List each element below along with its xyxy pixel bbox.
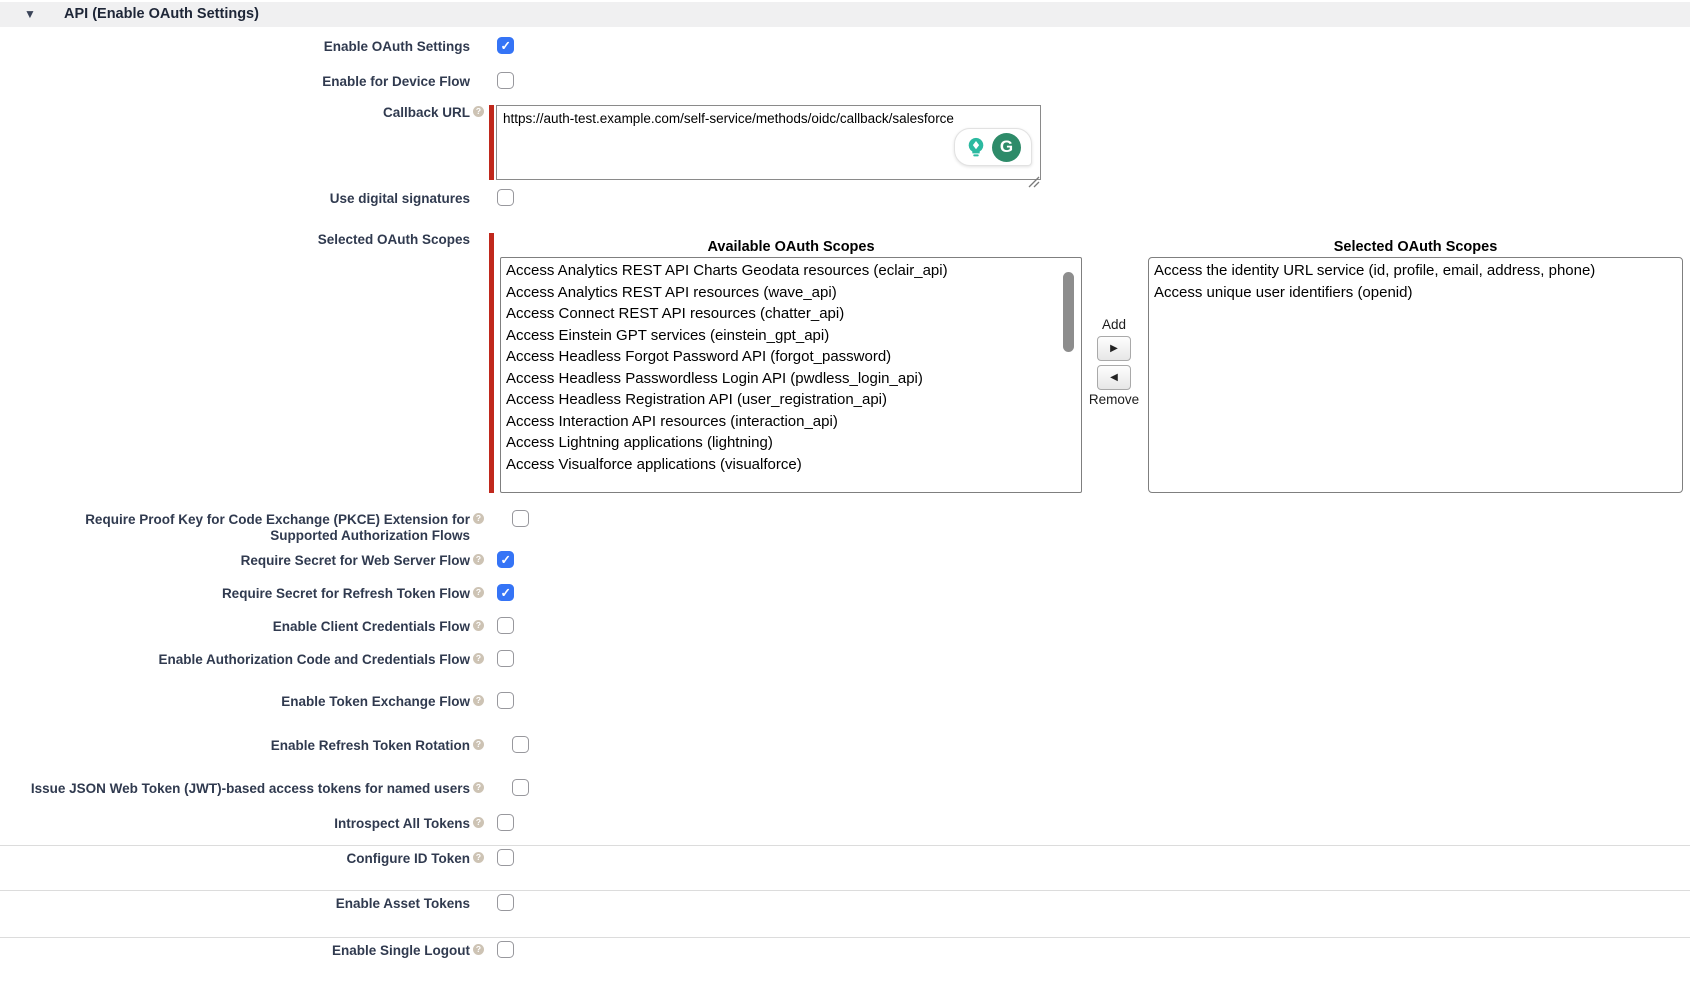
token-exchange-checkbox[interactable] [497,692,514,709]
jwt-tokens-checkbox[interactable] [512,779,529,796]
client-credentials-checkbox[interactable] [497,617,514,634]
scope-option[interactable]: Access Analytics REST API Charts Geodata… [501,260,1081,282]
left-arrow-icon: ◀ [1110,372,1118,383]
scope-option[interactable]: Access Visualforce applications (visualf… [501,454,1081,476]
row-device-flow: Enable for Device Flow [0,72,1690,90]
scope-option[interactable]: Access Einstein GPT services (einstein_g… [501,325,1081,347]
browser-extension-pill: G [954,128,1032,166]
scope-option[interactable]: Access Analytics REST API resources (wav… [501,282,1081,304]
scope-option[interactable]: Access Headless Forgot Password API (for… [501,346,1081,368]
web-server-secret-checkbox[interactable] [497,551,514,568]
remove-scope-button[interactable]: ◀ [1097,365,1131,390]
row-introspect-tokens: Introspect All Tokens ? [0,814,1690,832]
client-credentials-label: Enable Client Credentials Flow ? [0,617,470,635]
enable-oauth-label: Enable OAuth Settings [0,37,470,55]
available-scopes-header: Available OAuth Scopes [500,239,1082,255]
help-icon[interactable]: ? [473,739,484,750]
token-exchange-label: Enable Token Exchange Flow ? [0,692,470,710]
single-logout-label: Enable Single Logout ? [0,941,470,959]
row-web-server-secret: Require Secret for Web Server Flow ? [0,551,1690,569]
scope-option[interactable]: Access Headless Registration API (user_r… [501,389,1081,411]
add-scope-button[interactable]: ▶ [1097,336,1131,361]
configure-id-token-checkbox[interactable] [497,849,514,866]
scope-option[interactable]: Access Connect REST API resources (chatt… [501,303,1081,325]
digital-signatures-label: Use digital signatures [0,189,470,207]
row-auth-code-credentials: Enable Authorization Code and Credential… [0,650,1690,668]
row-pkce: Require Proof Key for Code Exchange (PKC… [0,510,1690,544]
digital-signatures-checkbox[interactable] [497,189,514,206]
web-server-secret-label: Require Secret for Web Server Flow ? [0,551,470,569]
required-field-bar [489,233,494,493]
oauth-settings-section: ▼ API (Enable OAuth Settings) Enable OAu… [0,0,1690,981]
help-icon[interactable]: ? [473,513,484,524]
selected-scopes-header: Selected OAuth Scopes [1148,239,1683,255]
available-scopes-list[interactable]: Access Analytics REST API Charts Geodata… [500,257,1082,493]
help-icon[interactable]: ? [473,852,484,863]
row-single-logout: Enable Single Logout ? [0,941,1690,959]
jwt-tokens-label: Issue JSON Web Token (JWT)-based access … [0,779,470,797]
scope-option[interactable]: Access Headless Passwordless Login API (… [501,368,1081,390]
introspect-tokens-label: Introspect All Tokens ? [0,814,470,832]
callback-url-label: Callback URL ? [0,103,470,121]
help-icon[interactable]: ? [473,695,484,706]
callback-url-field-wrap: https://auth-test.example.com/self-servi… [496,105,1041,180]
row-client-credentials: Enable Client Credentials Flow ? [0,617,1690,635]
lightbulb-icon[interactable] [965,136,987,158]
help-icon[interactable]: ? [473,817,484,828]
scope-option[interactable]: Access the identity URL service (id, pro… [1149,260,1682,282]
asset-tokens-checkbox[interactable] [497,894,514,911]
scope-option[interactable]: Access unique user identifiers (openid) [1149,282,1682,304]
required-field-bar [489,105,494,180]
scopes-label: Selected OAuth Scopes [0,230,470,248]
auth-code-credentials-checkbox[interactable] [497,650,514,667]
right-arrow-icon: ▶ [1110,343,1118,354]
device-flow-checkbox[interactable] [497,72,514,89]
row-refresh-rotation: Enable Refresh Token Rotation ? [0,736,1690,754]
refresh-secret-checkbox[interactable] [497,584,514,601]
help-icon[interactable]: ? [473,587,484,598]
pkce-label: Require Proof Key for Code Exchange (PKC… [0,510,470,544]
section-header: ▼ API (Enable OAuth Settings) [0,2,1690,27]
help-icon[interactable]: ? [473,106,484,117]
row-refresh-secret: Require Secret for Refresh Token Flow ? [0,584,1690,602]
list-scrollbar-thumb[interactable] [1063,272,1074,352]
add-remove-controls: Add ▶ ◀ Remove [1084,316,1144,408]
enable-oauth-checkbox[interactable] [497,37,514,54]
help-icon[interactable]: ? [473,653,484,664]
scope-option[interactable]: Access Lightning applications (lightning… [501,432,1081,454]
help-icon[interactable]: ? [473,554,484,565]
divider [0,890,1690,891]
refresh-rotation-checkbox[interactable] [512,736,529,753]
introspect-tokens-checkbox[interactable] [497,814,514,831]
configure-id-token-label: Configure ID Token ? [0,849,470,867]
help-icon[interactable]: ? [473,944,484,955]
scope-option[interactable]: Access Interaction API resources (intera… [501,411,1081,433]
add-label: Add [1102,316,1126,333]
divider [0,845,1690,846]
row-configure-id-token: Configure ID Token ? [0,849,1690,867]
row-token-exchange: Enable Token Exchange Flow ? [0,692,1690,710]
row-digital-signatures: Use digital signatures [0,189,1690,207]
row-asset-tokens: Enable Asset Tokens [0,894,1690,912]
help-icon[interactable]: ? [473,620,484,631]
selected-scopes-list[interactable]: Access the identity URL service (id, pro… [1148,257,1683,493]
help-icon[interactable]: ? [473,782,484,793]
device-flow-label: Enable for Device Flow [0,72,470,90]
textarea-resize-handle[interactable] [1027,175,1040,188]
section-title: API (Enable OAuth Settings) [64,6,259,22]
collapse-triangle-icon[interactable]: ▼ [24,7,36,21]
grammarly-icon[interactable]: G [992,133,1021,162]
refresh-secret-label: Require Secret for Refresh Token Flow ? [0,584,470,602]
auth-code-credentials-label: Enable Authorization Code and Credential… [0,650,470,668]
row-enable-oauth: Enable OAuth Settings [0,37,1690,55]
refresh-rotation-label: Enable Refresh Token Rotation ? [0,736,470,754]
remove-label: Remove [1089,391,1139,408]
asset-tokens-label: Enable Asset Tokens [0,894,470,912]
row-jwt-tokens: Issue JSON Web Token (JWT)-based access … [0,779,1690,797]
divider [0,937,1690,938]
single-logout-checkbox[interactable] [497,941,514,958]
pkce-checkbox[interactable] [512,510,529,527]
